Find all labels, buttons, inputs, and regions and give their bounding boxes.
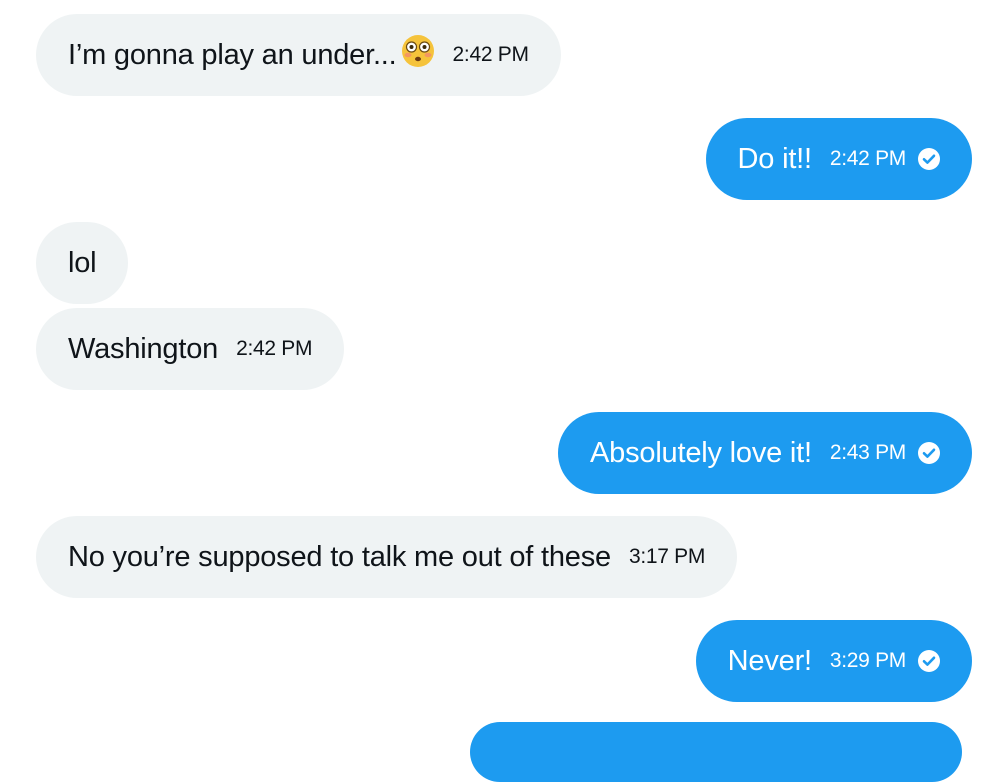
outgoing-message[interactable]: Absolutely love it! 2:43 PM <box>558 412 972 494</box>
message-timestamp: 2:42 PM <box>829 147 906 170</box>
message-timestamp: 3:17 PM <box>628 545 706 568</box>
message-text: Washington <box>68 332 219 365</box>
message-text: Never! <box>727 644 812 677</box>
incoming-message[interactable]: Washington 2:42 PM <box>36 308 345 390</box>
read-check-icon <box>918 148 940 170</box>
message-text: lol <box>68 246 97 279</box>
message-text: I’m gonna play an under... <box>68 38 397 71</box>
outgoing-message-partial[interactable] <box>470 722 962 782</box>
flushed-face-emoji-icon <box>401 34 435 73</box>
message-text: No you’re supposed to talk me out of the… <box>68 540 611 573</box>
incoming-message[interactable]: No you’re supposed to talk me out of the… <box>36 516 738 598</box>
incoming-message[interactable]: I’m gonna play an under... 2:42 PM <box>36 14 561 96</box>
message-timestamp: 2:43 PM <box>829 441 906 464</box>
outgoing-message[interactable]: Do it!! 2:42 PM <box>705 118 972 200</box>
message-timestamp: 2:42 PM <box>236 337 313 360</box>
message-text: Absolutely love it! <box>590 436 812 469</box>
outgoing-message[interactable]: Never! 3:29 PM <box>695 620 972 702</box>
message-text: Do it!! <box>737 142 813 175</box>
read-check-icon <box>918 650 940 672</box>
incoming-message[interactable]: lol <box>36 222 129 304</box>
message-timestamp: 2:42 PM <box>452 43 529 66</box>
read-check-icon <box>918 442 940 464</box>
message-timestamp: 3:29 PM <box>829 649 906 672</box>
